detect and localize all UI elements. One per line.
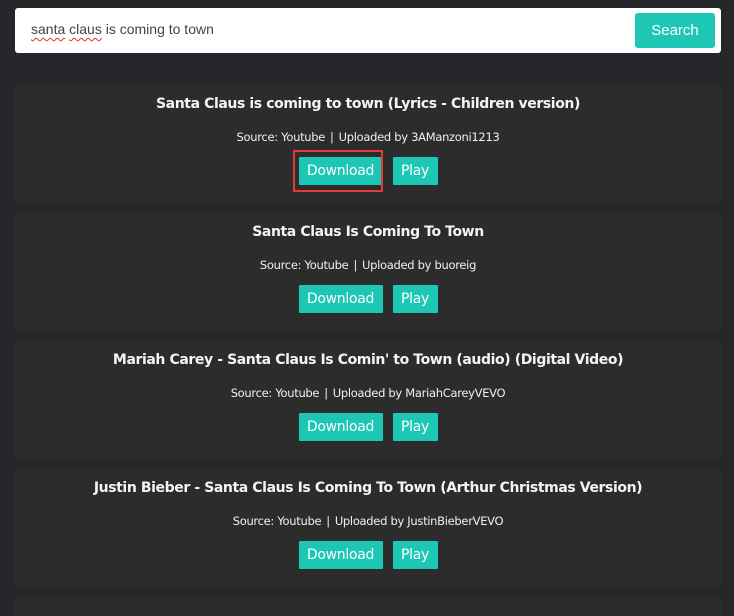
download-button[interactable]: Download bbox=[298, 413, 383, 441]
search-button[interactable]: Search bbox=[635, 13, 715, 48]
result-card: Mariah Carey - Santa Claus Is Comin' to … bbox=[15, 340, 721, 460]
play-button[interactable]: Play bbox=[392, 157, 438, 185]
play-button[interactable]: Play bbox=[392, 285, 438, 313]
result-meta: Source: Youtube | Uploaded by MariahCareyV… bbox=[15, 386, 721, 400]
result-uploader: Uploaded by 3AManzoni1213 bbox=[338, 130, 500, 144]
result-uploader: Uploaded by MariahCareyVEVO bbox=[332, 386, 506, 400]
result-source: Source: Youtube bbox=[259, 258, 349, 272]
search-input[interactable]: santa claus is coming to town bbox=[31, 21, 214, 37]
meta-separator: | bbox=[353, 258, 358, 272]
result-actions: Download Play bbox=[15, 541, 721, 569]
result-title: Santa Claus Is Coming To Town bbox=[252, 224, 484, 240]
result-card: Santa Claus is coming to town (Lyrics - … bbox=[15, 84, 721, 204]
meta-separator: | bbox=[330, 130, 334, 144]
result-source: Source: Youtube bbox=[230, 386, 320, 400]
download-button[interactable]: Download bbox=[298, 541, 383, 569]
result-actions: Download Play bbox=[15, 157, 721, 185]
result-uploader: Uploaded by buoreig bbox=[362, 258, 477, 272]
result-uploader: Uploaded by JustinBieberVEVO bbox=[334, 514, 504, 528]
download-button[interactable]: Download bbox=[298, 157, 383, 185]
result-title: Justin Bieber - Santa Claus Is Coming To… bbox=[93, 480, 643, 496]
result-meta: Source: Youtube | Uploaded by JustinBieber… bbox=[15, 514, 721, 528]
download-button[interactable]: Download bbox=[298, 285, 383, 313]
result-meta: Source: Youtube | Uploaded by buoreig bbox=[15, 258, 721, 272]
result-title: Santa Claus is coming to town (Lyrics - … bbox=[156, 96, 580, 112]
result-card: Santa Claus Is Coming To Town Source: Yo… bbox=[15, 212, 721, 332]
result-card: Justin Bieber - Santa Claus Is Coming To… bbox=[15, 468, 721, 588]
result-source: Source: Youtube bbox=[236, 130, 326, 144]
search-query-rest: is coming to town bbox=[105, 21, 214, 37]
result-meta: Source: Youtube | Uploaded by 3AManzoni121… bbox=[15, 130, 721, 144]
play-button[interactable]: Play bbox=[392, 413, 438, 441]
results-list: Santa Claus is coming to town (Lyrics - … bbox=[15, 84, 721, 616]
result-card-partial bbox=[15, 596, 721, 616]
play-button[interactable]: Play bbox=[392, 541, 438, 569]
result-actions: Download Play bbox=[15, 413, 721, 441]
result-title: Mariah Carey - Santa Claus Is Comin' to … bbox=[112, 352, 624, 368]
search-query-word: claus bbox=[69, 21, 102, 37]
search-query-word: santa bbox=[31, 21, 66, 37]
search-bar: santa claus is coming to town Search bbox=[15, 8, 721, 53]
meta-separator: | bbox=[324, 386, 328, 400]
meta-separator: | bbox=[326, 514, 330, 528]
result-source: Source: Youtube bbox=[232, 514, 322, 528]
result-actions: Download Play bbox=[15, 285, 721, 313]
